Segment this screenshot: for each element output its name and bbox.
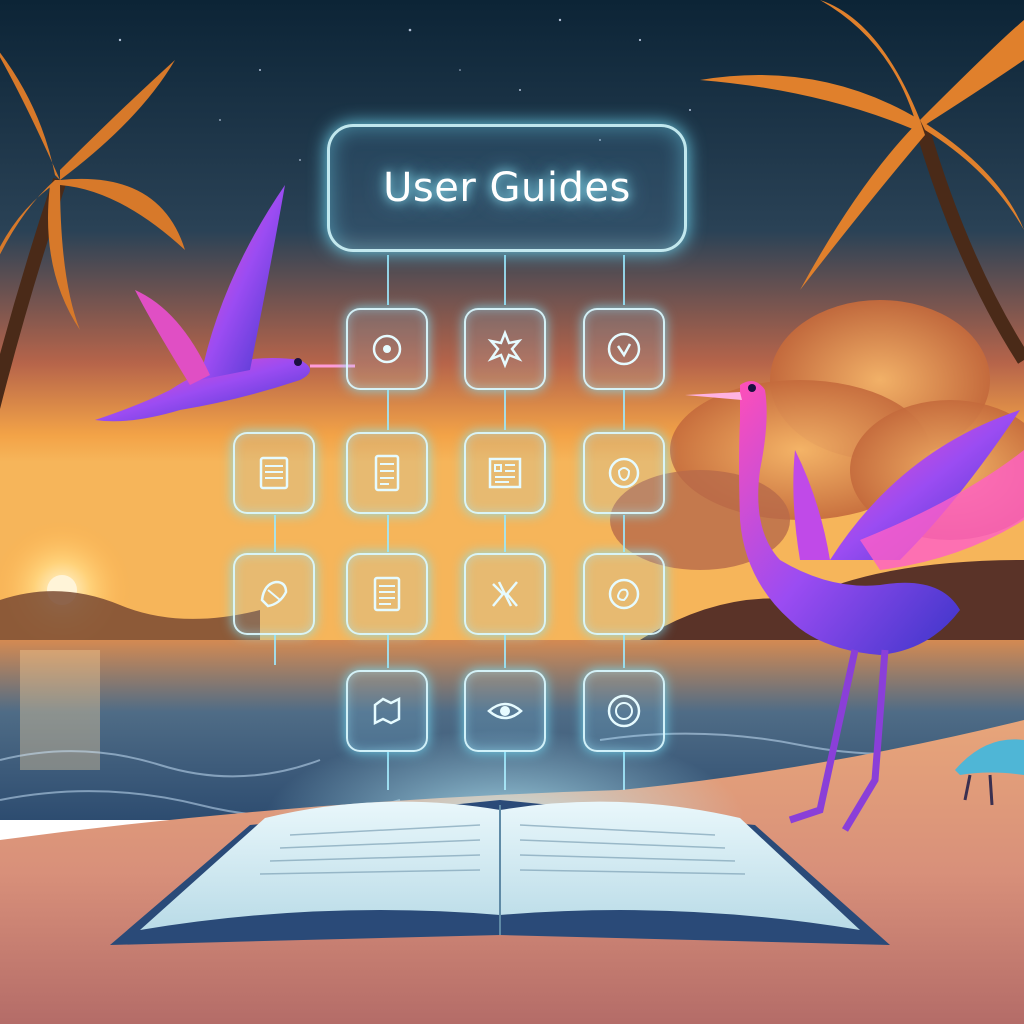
guide-tile[interactable] xyxy=(583,432,665,514)
guide-tile[interactable] xyxy=(583,553,665,635)
guide-tile[interactable] xyxy=(464,432,546,514)
eye-icon xyxy=(487,702,523,720)
circle-icon xyxy=(607,694,641,728)
figure-icon xyxy=(487,329,523,369)
document-icon xyxy=(374,454,400,492)
guide-tile[interactable] xyxy=(464,670,546,752)
guide-tile[interactable] xyxy=(346,553,428,635)
circle-icon xyxy=(608,578,640,610)
shape-icon xyxy=(492,581,518,607)
guide-tile[interactable] xyxy=(346,308,428,390)
guide-tile[interactable] xyxy=(233,432,315,514)
badge-icon xyxy=(607,332,641,366)
document-icon xyxy=(259,456,289,490)
guide-tile[interactable] xyxy=(464,308,546,390)
shape-icon xyxy=(373,696,401,726)
map-icon xyxy=(488,457,522,489)
circle-icon xyxy=(608,457,640,489)
circle-icon xyxy=(372,334,402,364)
page-title: User Guides xyxy=(383,165,631,211)
guide-tile[interactable] xyxy=(346,670,428,752)
guide-tile[interactable] xyxy=(464,553,546,635)
guide-tile[interactable] xyxy=(583,308,665,390)
shape-icon xyxy=(260,580,288,608)
guide-tile[interactable] xyxy=(583,670,665,752)
guide-tile[interactable] xyxy=(233,553,315,635)
title-box[interactable]: User Guides xyxy=(327,124,687,252)
document-icon xyxy=(373,576,401,612)
guide-tile[interactable] xyxy=(346,432,428,514)
